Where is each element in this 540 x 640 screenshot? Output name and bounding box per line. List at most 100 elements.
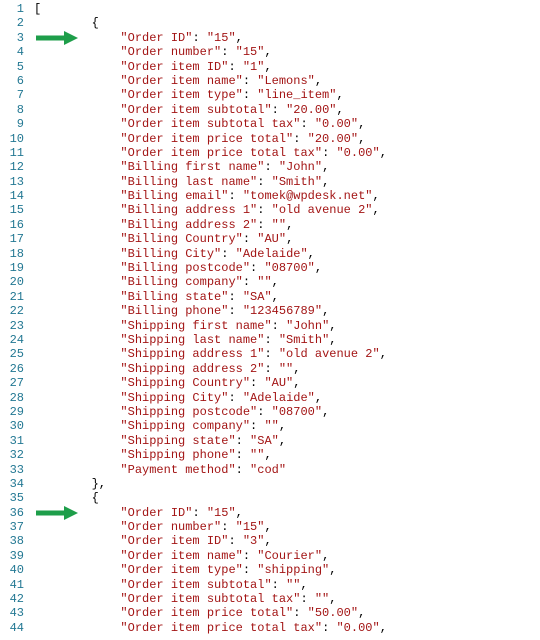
json-key: "Shipping postcode" [120, 405, 257, 419]
json-key: "Order item ID" [120, 534, 228, 548]
json-key: "Billing last name" [120, 175, 257, 189]
line-number: 14 [0, 189, 34, 203]
code-line: "Billing company": "", [34, 275, 540, 289]
line-number: 18 [0, 247, 34, 261]
json-key: "Order ID" [120, 31, 192, 45]
code-line: "Billing state": "SA", [34, 290, 540, 304]
code-line: "Order item name": "Lemons", [34, 74, 540, 88]
json-key: "Billing Country" [120, 232, 242, 246]
json-value: "tomek@wpdesk.net" [243, 189, 373, 203]
line-number: 19 [0, 261, 34, 275]
json-key: "Billing postcode" [120, 261, 250, 275]
code-line: [ [34, 2, 540, 16]
json-key: "Shipping City" [120, 391, 228, 405]
line-number: 36 [0, 506, 34, 520]
json-value: "line_item" [257, 88, 336, 102]
line-number: 40 [0, 563, 34, 577]
json-key: "Shipping first name" [120, 319, 271, 333]
json-key: "Order ID" [120, 506, 192, 520]
code-area: [ { "Order ID": "15", "Order number": "1… [34, 0, 540, 640]
line-number: 20 [0, 275, 34, 289]
json-key: "Order item subtotal" [120, 578, 271, 592]
json-value: "08700" [272, 405, 322, 419]
code-line: "Shipping state": "SA", [34, 434, 540, 448]
json-value: "Adelaide" [236, 247, 308, 261]
json-key: "Shipping last name" [120, 333, 264, 347]
json-key: "Shipping company" [120, 419, 250, 433]
code-line: "Shipping last name": "Smith", [34, 333, 540, 347]
json-value: "15" [207, 31, 236, 45]
line-number: 26 [0, 362, 34, 376]
code-line: "Order ID": "15", [34, 506, 540, 520]
line-number: 9 [0, 117, 34, 131]
json-value: "Lemons" [257, 74, 315, 88]
json-key: "Billing email" [120, 189, 228, 203]
json-key: "Billing company" [120, 275, 242, 289]
line-number: 12 [0, 160, 34, 174]
line-number: 43 [0, 606, 34, 620]
json-value: "shipping" [257, 563, 329, 577]
json-value: "0.00" [336, 146, 379, 160]
json-value: "John" [279, 160, 322, 174]
json-value: "Adelaide" [243, 391, 315, 405]
json-value: "1" [243, 60, 265, 74]
code-line: "Order item price total tax": "0.00", [34, 146, 540, 160]
line-number: 31 [0, 434, 34, 448]
json-value: "cod" [250, 463, 286, 477]
json-key: "Order item subtotal tax" [120, 117, 300, 131]
json-value: "SA" [243, 290, 272, 304]
code-line: "Billing phone": "123456789", [34, 304, 540, 318]
json-value: "old avenue 2" [279, 347, 380, 361]
json-key: "Billing state" [120, 290, 228, 304]
code-line: "Order item type": "line_item", [34, 88, 540, 102]
json-value: "0.00" [315, 117, 358, 131]
json-value: "" [264, 419, 278, 433]
code-line: "Shipping first name": "John", [34, 319, 540, 333]
code-line: "Order item price total": "50.00", [34, 606, 540, 620]
line-number: 17 [0, 232, 34, 246]
json-value: "Smith" [272, 175, 322, 189]
line-number: 10 [0, 132, 34, 146]
json-value: "20.00" [286, 103, 336, 117]
code-line: "Order ID": "15", [34, 31, 540, 45]
code-line: "Billing address 2": "", [34, 218, 540, 232]
code-line: "Shipping address 2": "", [34, 362, 540, 376]
code-line: "Order item price total tax": "0.00", [34, 621, 540, 635]
json-value: "15" [207, 506, 236, 520]
code-line: "Order item name": "Courier", [34, 549, 540, 563]
code-line: "Order item subtotal tax": "0.00", [34, 117, 540, 131]
line-number-gutter: 1234567891011121314151617181920212223242… [0, 0, 34, 640]
code-line: "Order number": "15", [34, 45, 540, 59]
line-number: 41 [0, 578, 34, 592]
line-number: 25 [0, 347, 34, 361]
line-number: 44 [0, 621, 34, 635]
line-number: 13 [0, 175, 34, 189]
line-number: 7 [0, 88, 34, 102]
line-number: 21 [0, 290, 34, 304]
line-number: 30 [0, 419, 34, 433]
line-number: 34 [0, 477, 34, 491]
line-number: 4 [0, 45, 34, 59]
json-key: "Order number" [120, 520, 221, 534]
code-line: }, [34, 477, 540, 491]
line-number: 38 [0, 534, 34, 548]
code-line: "Shipping phone": "", [34, 448, 540, 462]
code-line: "Shipping address 1": "old avenue 2", [34, 347, 540, 361]
code-line: { [34, 16, 540, 30]
line-number: 23 [0, 319, 34, 333]
code-line: "Billing email": "tomek@wpdesk.net", [34, 189, 540, 203]
line-number: 35 [0, 491, 34, 505]
json-key: "Shipping state" [120, 434, 235, 448]
line-number: 42 [0, 592, 34, 606]
arrow-icon [34, 30, 78, 46]
line-number: 28 [0, 391, 34, 405]
json-value: "" [286, 578, 300, 592]
line-number: 2 [0, 16, 34, 30]
json-value: "" [257, 275, 271, 289]
json-value: "15" [236, 520, 265, 534]
json-key: "Order item subtotal tax" [120, 592, 300, 606]
code-line: "Shipping company": "", [34, 419, 540, 433]
code-line: "Billing postcode": "08700", [34, 261, 540, 275]
line-number: 8 [0, 103, 34, 117]
line-number: 5 [0, 60, 34, 74]
